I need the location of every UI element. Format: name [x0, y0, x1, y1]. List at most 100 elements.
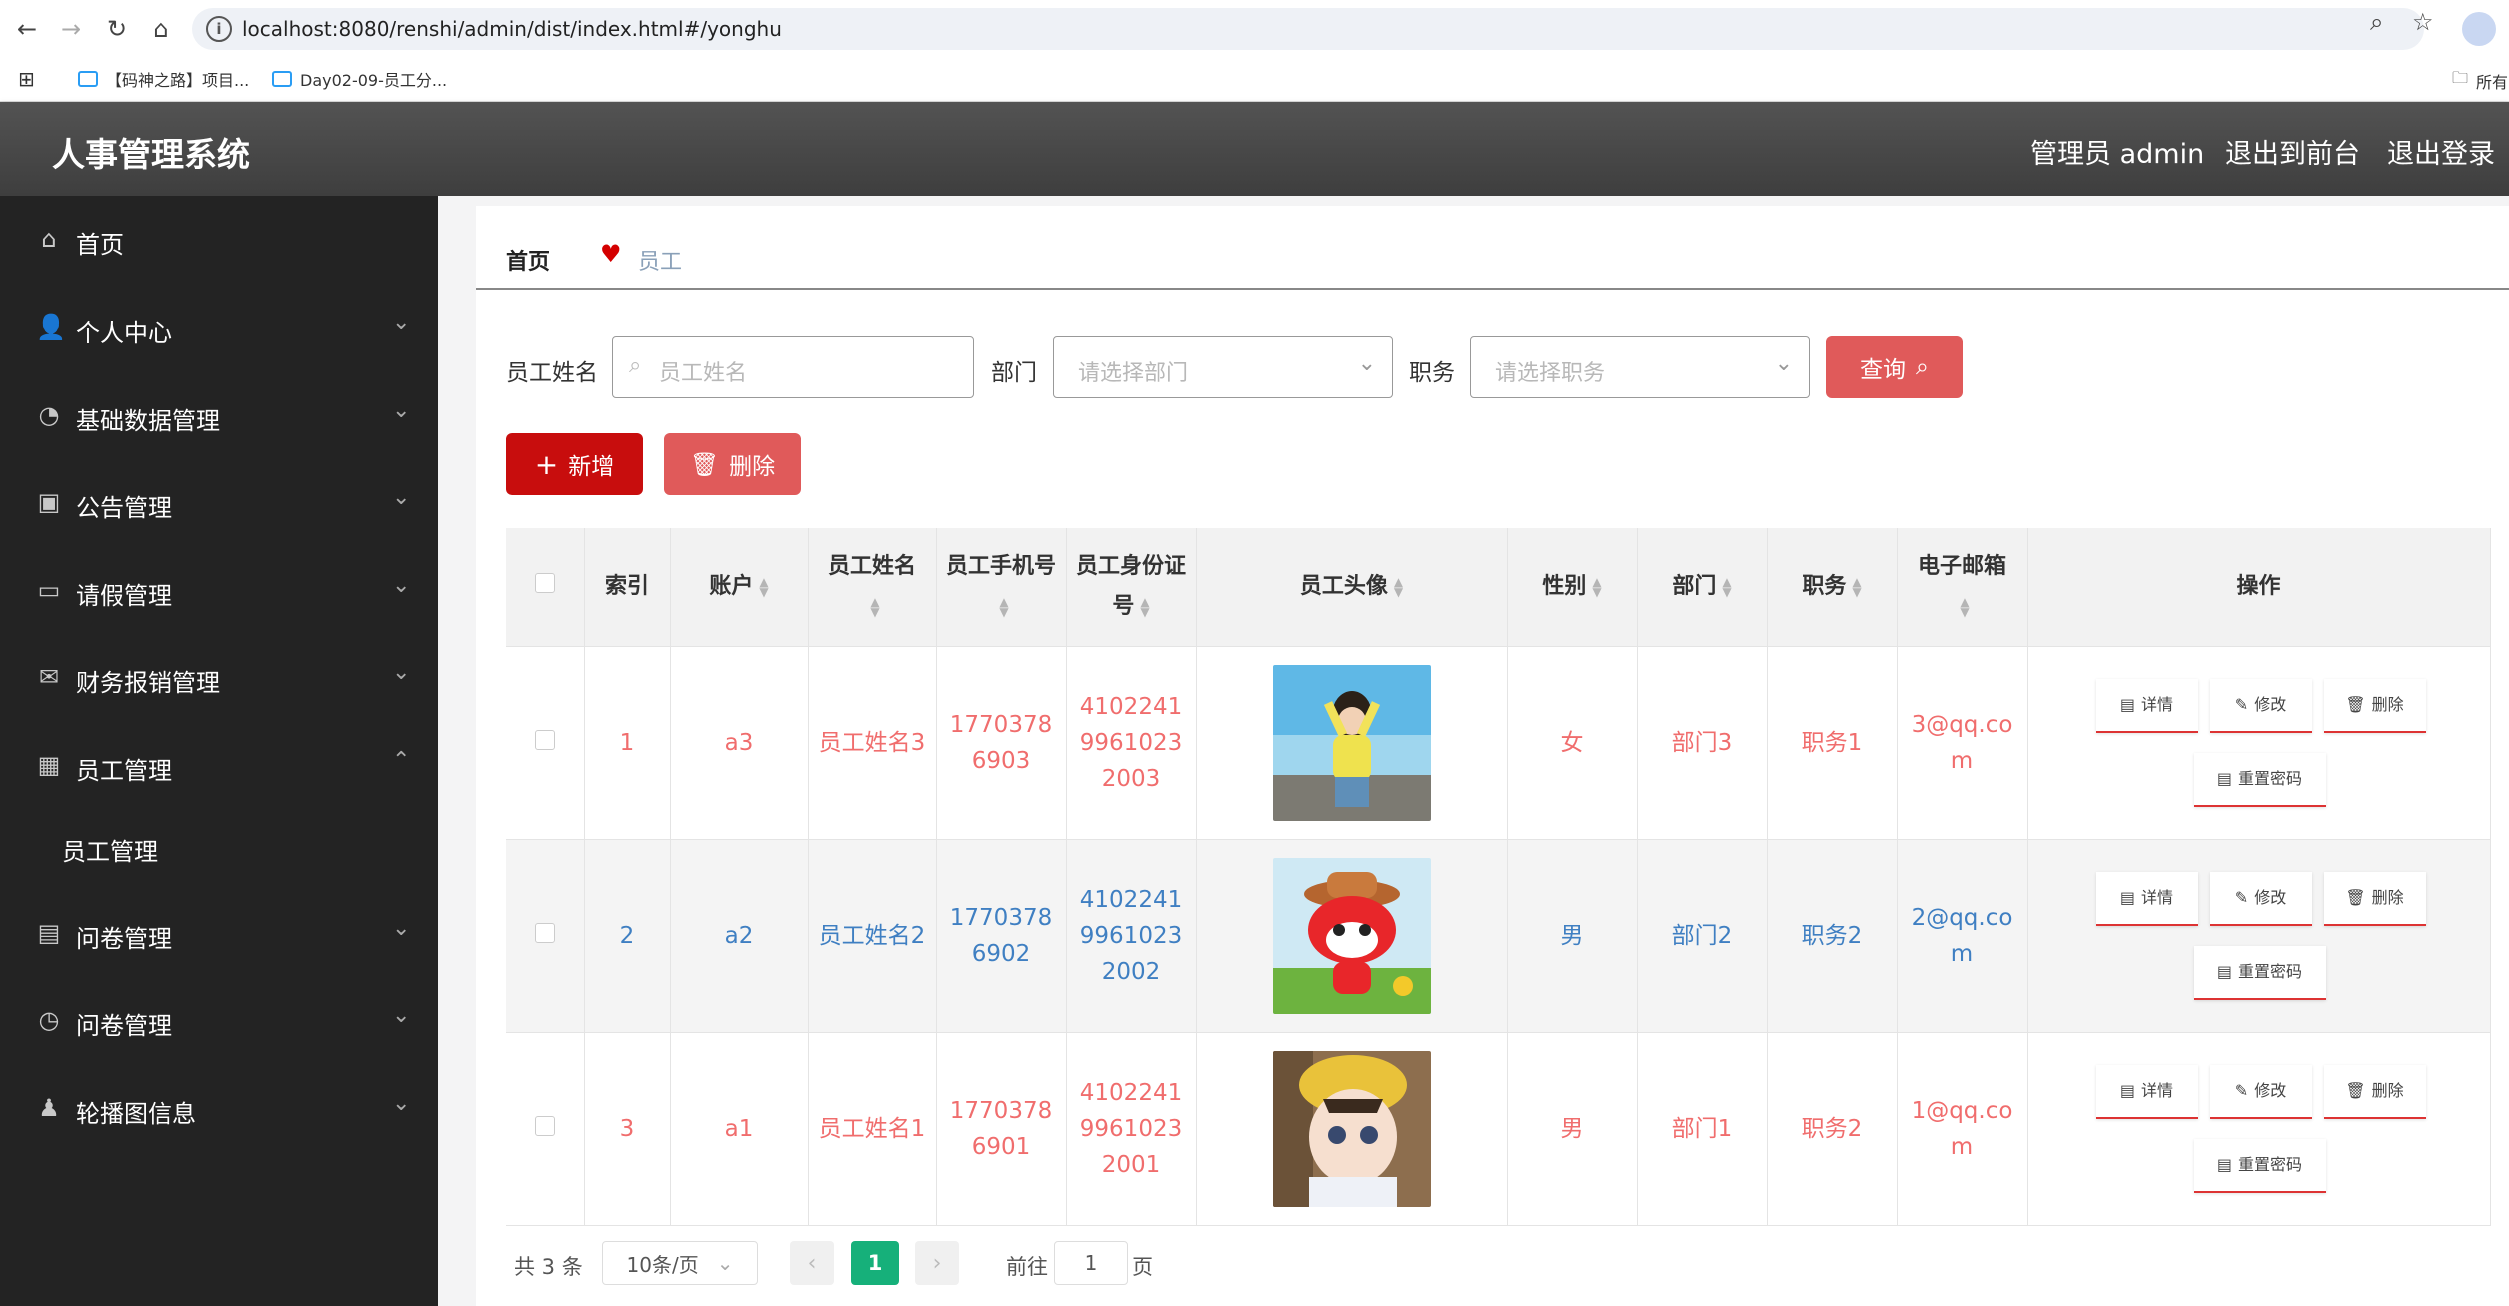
sidebar-item-reimbursement[interactable]: ✉ 财务报销管理 ⌄	[0, 650, 438, 706]
select-all-cell[interactable]	[506, 528, 585, 647]
sort-icon[interactable]: ▲ ▼	[1852, 576, 1861, 598]
sidebar-item-basic-data[interactable]: ◔ 基础数据管理 ⌄	[0, 388, 438, 444]
sort-icon[interactable]: ▲ ▼	[1592, 576, 1601, 598]
row-select-cell[interactable]	[506, 1032, 585, 1226]
sort-icon[interactable]: ▲ ▼	[759, 576, 768, 598]
delete-button[interactable]: 🗑 删除	[2323, 871, 2426, 926]
query-button-label: 查询	[1860, 357, 1907, 383]
col-ops: 操作	[2027, 528, 2491, 647]
job-select[interactable]: 请选择职务 ⌄	[1470, 336, 1810, 398]
col-job[interactable]: 职务 ▲ ▼	[1767, 528, 1898, 647]
next-page-button[interactable]: ›	[915, 1241, 959, 1285]
reset-password-button[interactable]: ▤ 重置密码	[2193, 752, 2326, 807]
sidebar-item-employee[interactable]: ▦ 员工管理 ⌃	[0, 738, 438, 794]
admin-user-label: 管理员 admin	[2030, 139, 2205, 170]
home-page-icon[interactable]: ⌂	[142, 10, 180, 48]
sort-icon[interactable]: ▲ ▼	[1140, 596, 1149, 618]
all-bookmarks-label: 所有	[2476, 72, 2509, 92]
row-select-cell[interactable]	[506, 839, 585, 1033]
sidebar-item-survey[interactable]: ▤ 问卷管理 ⌄	[0, 906, 438, 962]
reset-password-button[interactable]: ▤ 重置密码	[2193, 1138, 2326, 1193]
chevron-down-icon: ⌄	[392, 398, 411, 423]
exit-to-front-link[interactable]: 退出到前台	[2225, 132, 2360, 171]
row-checkbox[interactable]	[534, 729, 555, 750]
page-number-active[interactable]: 1	[851, 1241, 899, 1285]
col-phone[interactable]: 员工手机号 ▲ ▼	[936, 528, 1067, 647]
detail-button[interactable]: ▤ 详情	[2095, 1064, 2198, 1119]
sort-icon[interactable]: ▲ ▼	[870, 596, 879, 618]
dept-select[interactable]: 请选择部门 ⌄	[1053, 336, 1393, 398]
cell-dept: 部门1	[1637, 1032, 1768, 1226]
sidebar-item-home[interactable]: ⌂ 首页	[0, 212, 438, 268]
sidebar-item-carousel[interactable]: ♟ 轮播图信息 ⌄	[0, 1081, 438, 1137]
logout-link[interactable]: 退出登录	[2387, 132, 2495, 171]
employee-photo[interactable]	[1272, 1050, 1431, 1207]
detail-button[interactable]: ▤ 详情	[2095, 871, 2198, 926]
edit-label: 修改	[2254, 1080, 2287, 1100]
bookmark-star-icon[interactable]: ☆	[2412, 8, 2434, 36]
prev-page-button[interactable]: ‹	[790, 1241, 834, 1285]
bookmark-item-1[interactable]: 【码神之路】项目...	[78, 67, 249, 91]
sort-icon[interactable]: ▲ ▼	[999, 596, 1008, 618]
forward-icon[interactable]: →	[52, 10, 90, 48]
edit-button[interactable]: ✎ 修改	[2209, 678, 2312, 733]
chevron-left-icon: ‹	[807, 1250, 817, 1276]
batch-delete-button[interactable]: 🗑 删除	[664, 433, 801, 495]
cell-gender: 男	[1507, 1032, 1638, 1226]
apps-grid-icon[interactable]: ⊞	[18, 67, 35, 91]
employee-photo[interactable]	[1272, 664, 1431, 821]
delete-button[interactable]: 🗑 删除	[2323, 678, 2426, 733]
reload-icon[interactable]: ↻	[98, 10, 136, 48]
cell-avatar	[1196, 1032, 1508, 1226]
breadcrumb-home[interactable]: 首页	[506, 244, 550, 276]
url-bar[interactable]: i localhost:8080/renshi/admin/dist/index…	[192, 8, 2424, 50]
name-search-input[interactable]: ⌕ 员工姓名	[612, 336, 974, 398]
col-account[interactable]: 账户 ▲ ▼	[670, 528, 809, 647]
sidebar-item-notice[interactable]: ▣ 公告管理 ⌄	[0, 475, 438, 531]
col-email[interactable]: 电子邮箱 ▲ ▼	[1897, 528, 2028, 647]
select-all-checkbox[interactable]	[534, 572, 555, 593]
bookmark-item-2[interactable]: Day02-09-员工分...	[272, 67, 447, 91]
app-title: 人事管理系统	[52, 135, 250, 174]
edit-button[interactable]: ✎ 修改	[2209, 871, 2312, 926]
sort-icon[interactable]: ▲ ▼	[1960, 596, 1969, 618]
add-button[interactable]: + 新增	[506, 433, 643, 495]
detail-label: 详情	[2141, 1080, 2174, 1100]
edit-button[interactable]: ✎ 修改	[2209, 1064, 2312, 1119]
back-icon[interactable]: ←	[8, 10, 46, 48]
name-input-placeholder: 员工姓名	[659, 361, 748, 386]
document-icon: ▤	[2216, 768, 2233, 788]
row-select-cell[interactable]	[506, 646, 585, 840]
detail-label: 详情	[2141, 694, 2174, 714]
header-label: 职务	[1802, 573, 1847, 599]
col-gender[interactable]: 性别 ▲ ▼	[1507, 528, 1638, 647]
detail-button[interactable]: ▤ 详情	[2095, 678, 2198, 733]
row-checkbox[interactable]	[534, 1115, 555, 1136]
zoom-icon[interactable]: ⌕	[2370, 8, 2383, 36]
row-checkbox[interactable]	[534, 922, 555, 943]
chevron-down-icon: ⌄	[392, 916, 411, 941]
col-dept[interactable]: 部门 ▲ ▼	[1637, 528, 1768, 647]
reset-password-button[interactable]: ▤ 重置密码	[2193, 945, 2326, 1000]
cell-account: a2	[670, 839, 809, 1033]
sidebar-item-personal-center[interactable]: 👤 个人中心 ⌄	[0, 300, 438, 356]
page-size-value: 10条/页	[626, 1252, 699, 1277]
search-icon: ⌕	[629, 353, 642, 378]
query-button[interactable]: 查询 ⌕	[1826, 336, 1963, 398]
site-info-icon[interactable]: i	[206, 16, 232, 42]
sidebar-item-leave[interactable]: ▭ 请假管理 ⌄	[0, 563, 438, 619]
sort-icon[interactable]: ▲ ▼	[1722, 576, 1731, 598]
sidebar-item-survey-2[interactable]: ◷ 问卷管理 ⌄	[0, 993, 438, 1049]
col-avatar[interactable]: 员工头像 ▲ ▼	[1196, 528, 1508, 647]
sort-icon[interactable]: ▲ ▼	[1394, 576, 1403, 598]
employee-photo[interactable]	[1272, 857, 1431, 1014]
goto-page-input[interactable]: 1	[1054, 1241, 1128, 1285]
col-name[interactable]: 员工姓名 ▲ ▼	[808, 528, 937, 647]
profile-avatar[interactable]	[2462, 12, 2496, 46]
sidebar-subitem-employee[interactable]: 员工管理	[62, 832, 158, 867]
all-bookmarks[interactable]: 🗀 所有	[2452, 67, 2508, 94]
delete-button[interactable]: 🗑 删除	[2323, 1064, 2426, 1119]
page-size-select[interactable]: 10条/页 ⌄	[602, 1241, 758, 1285]
sidebar-item-label: 请假管理	[76, 582, 172, 610]
col-id-card[interactable]: 员工身份证号 ▲ ▼	[1066, 528, 1197, 647]
